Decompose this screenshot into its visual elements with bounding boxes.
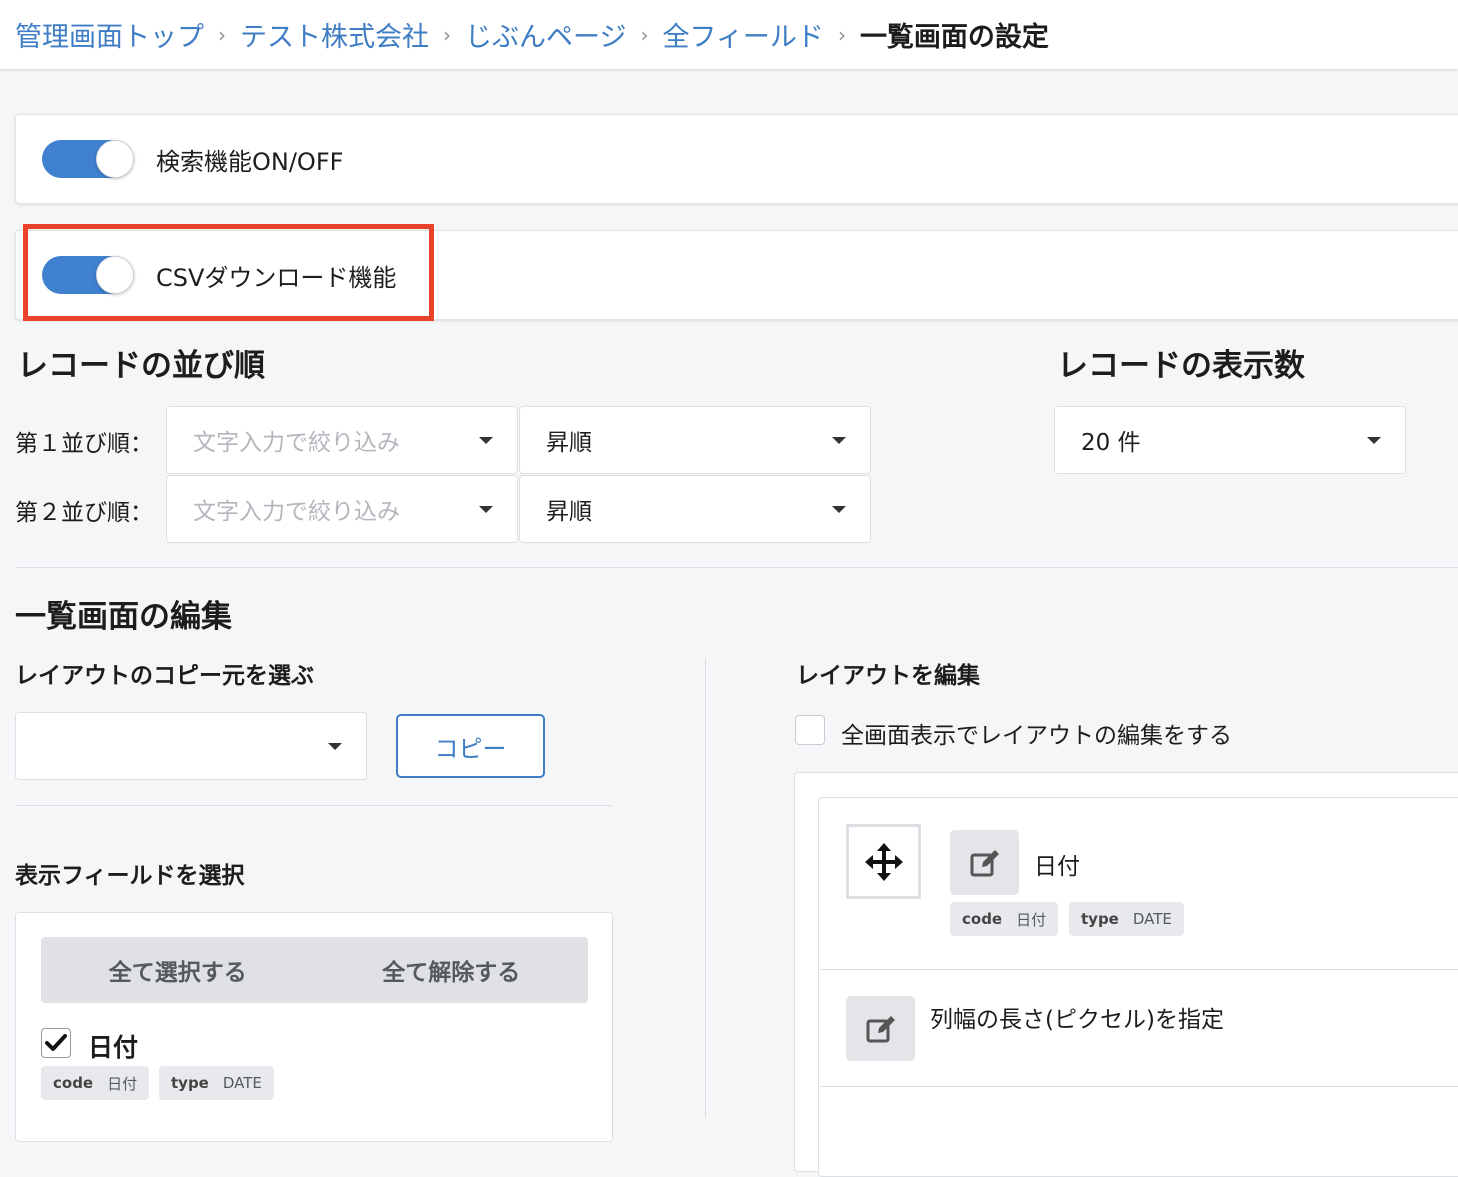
edit-icon (970, 849, 999, 876)
type-tag: type DATE (1069, 902, 1184, 936)
sort-field-placeholder: 文字入力で絞り込み (193, 430, 400, 456)
type-tag: type DATE (159, 1066, 274, 1100)
caret-down-icon (832, 437, 846, 444)
caret-down-icon (1367, 437, 1381, 444)
record-count-select[interactable]: 20 件 (1054, 406, 1406, 474)
move-icon (864, 842, 903, 881)
edit-field-button[interactable] (950, 830, 1019, 895)
toggle-knob (96, 140, 134, 178)
fullscreen-label: 全画面表示でレイアウトの編集をする (841, 723, 1232, 749)
caret-down-icon (328, 743, 342, 750)
breadcrumb-link-top[interactable]: 管理画面トップ (15, 15, 204, 54)
sort-field-select-1[interactable]: 文字入力で絞り込み (166, 406, 518, 474)
layout-row-divider (820, 969, 1458, 970)
sort-field-select-2[interactable]: 文字入力で絞り込み (166, 475, 518, 543)
search-toggle-label: 検索機能ON/OFF (156, 147, 344, 176)
copy-source-title: レイアウトのコピー元を選ぶ (15, 663, 314, 689)
deselect-all-button[interactable]: 全て解除する (315, 937, 589, 1003)
breadcrumb-current: 一覧画面の設定 (859, 22, 1049, 53)
search-toggle-card: 検索機能ON/OFF (15, 114, 1458, 204)
column-divider (705, 658, 706, 1118)
caret-down-icon (479, 506, 493, 513)
copy-source-select[interactable] (15, 712, 367, 780)
edit-icon (866, 1015, 895, 1042)
sort-order-value: 昇順 (546, 430, 592, 456)
tag-value: DATE (222, 1074, 262, 1092)
breadcrumb-link-mypage[interactable]: じぶんページ (465, 15, 626, 54)
column-width-label: 列幅の長さ(ピクセル)を指定 (930, 1007, 1224, 1033)
section-divider (15, 567, 1458, 568)
edit-width-button[interactable] (846, 996, 915, 1061)
tag-key: type (171, 1074, 209, 1092)
record-count-value: 20 件 (1081, 430, 1141, 456)
tag-value: 日付 (107, 1074, 138, 1093)
tag-key: code (962, 910, 1003, 928)
chevron-right-icon: › (837, 22, 846, 47)
check-icon (45, 1034, 67, 1051)
code-tag: code 日付 (950, 902, 1059, 936)
sort-order-select-2[interactable]: 昇順 (519, 475, 871, 543)
select-all-button[interactable]: 全て選択する (41, 937, 315, 1003)
sort-row-2-label: 第２並び順： (15, 500, 153, 526)
copy-divider (15, 805, 613, 806)
highlight-box (23, 224, 434, 321)
field-name: 日付 (88, 1033, 139, 1062)
search-toggle[interactable] (42, 140, 134, 178)
sort-title: レコードの並び順 (17, 348, 265, 384)
record-count-title: レコードの表示数 (1057, 348, 1305, 384)
layout-field-name: 日付 (1034, 854, 1080, 880)
breadcrumb-link-all-fields[interactable]: 全フィールド (662, 15, 823, 54)
move-handle[interactable] (846, 824, 921, 899)
layout-title: レイアウトを編集 (796, 663, 980, 689)
select-buttons-group: 全て選択する 全て解除する (41, 937, 588, 1003)
chevron-right-icon: › (640, 22, 649, 47)
chevron-right-icon: › (218, 22, 226, 47)
tag-value: DATE (1132, 910, 1172, 928)
tag-key: code (53, 1074, 94, 1092)
field-checkbox[interactable] (41, 1028, 71, 1058)
sort-row-1-label: 第１並び順： (15, 431, 153, 457)
caret-down-icon (479, 437, 493, 444)
chevron-right-icon: › (443, 22, 451, 47)
edit-title: 一覧画面の編集 (15, 599, 232, 635)
sort-field-placeholder: 文字入力で絞り込み (193, 499, 400, 525)
caret-down-icon (832, 506, 846, 513)
fullscreen-checkbox[interactable] (795, 715, 825, 745)
fields-title: 表示フィールドを選択 (15, 863, 245, 889)
tag-key: type (1081, 910, 1119, 928)
copy-button[interactable]: コピー (396, 714, 545, 778)
breadcrumb: 管理画面トップ › テスト株式会社 › じぶんページ › 全フィールド › 一覧… (0, 0, 1458, 70)
code-tag: code 日付 (41, 1066, 150, 1100)
sort-order-select-1[interactable]: 昇順 (519, 406, 871, 474)
sort-order-value: 昇順 (546, 499, 592, 525)
layout-row-divider (820, 1086, 1458, 1087)
breadcrumb-link-company[interactable]: テスト株式会社 (240, 15, 429, 54)
tag-value: 日付 (1016, 910, 1047, 929)
